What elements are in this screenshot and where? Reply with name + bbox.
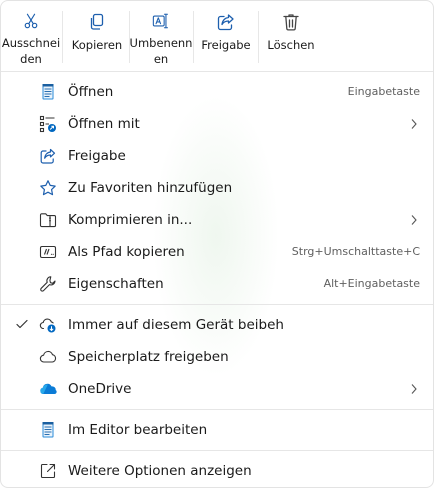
checkmark-icon <box>16 319 28 329</box>
chevron-right-icon <box>411 215 417 225</box>
cut-label-line2: den <box>20 52 42 66</box>
notepad-icon <box>42 84 54 100</box>
rename-icon <box>152 13 169 29</box>
scissors-icon <box>24 13 38 29</box>
context-menu: Ausschnei den Kopieren Umbenenn en Freig… <box>0 0 434 488</box>
cloud-icon <box>39 350 57 363</box>
menu-separator <box>1 304 433 305</box>
share-icon <box>217 14 234 31</box>
command-bar: Ausschnei den Kopieren Umbenenn en Freig… <box>1 1 433 72</box>
menu-item-edit-in-editor-label: Im Editor bearbeiten <box>68 422 208 438</box>
menu-item-free-space[interactable]: Speicherplatz freigeben <box>1 341 433 373</box>
copy-icon <box>90 13 104 30</box>
menu-item-copy-path[interactable]: Als Pfad kopieren Strg+Umschalttaste+C <box>1 236 433 268</box>
menu-item-keep-on-device[interactable]: Immer auf diesem Gerät beibeh <box>1 309 433 341</box>
menu-item-edit-in-editor[interactable]: Im Editor bearbeiten <box>1 414 433 446</box>
menu-item-copy-path-label: Als Pfad kopieren <box>68 244 185 260</box>
cut-label-line1: Ausschnei <box>1 36 61 50</box>
menu-item-more-options-label: Weitere Optionen anzeigen <box>68 463 252 479</box>
zip-folder-icon <box>39 213 57 228</box>
menu-item-onedrive-label: OneDrive <box>68 381 132 397</box>
menu-item-open-label: Öffnen <box>68 84 114 100</box>
menu-item-favorites-label: Zu Favoriten hinzufügen <box>68 180 233 196</box>
menu-item-favorites[interactable]: Zu Favoriten hinzufügen <box>1 172 433 204</box>
menu-item-compress-label: Komprimieren in... <box>68 212 193 228</box>
rename-label-line1: Umbenenn <box>129 36 193 50</box>
copy-button[interactable]: Kopieren <box>68 7 126 67</box>
menu-item-open-shortcut: Eingabetaste <box>347 85 420 98</box>
toolbar-divider <box>258 11 259 63</box>
expand-icon <box>40 463 56 479</box>
cut-button[interactable]: Ausschnei den <box>2 7 60 67</box>
cut-label: Ausschnei den <box>2 35 60 67</box>
delete-button[interactable]: Löschen <box>263 7 319 67</box>
menu-item-open-with[interactable]: Öffnen mit <box>1 108 433 140</box>
menu-item-share[interactable]: Freigabe <box>1 140 433 172</box>
rename-label: Umbenenn en <box>130 35 193 67</box>
menu-separator <box>1 450 433 451</box>
menu-item-free-space-label: Speicherplatz freigeben <box>68 349 229 365</box>
rename-button[interactable]: Umbenenn en <box>130 7 193 67</box>
menu-item-share-label: Freigabe <box>68 148 126 164</box>
wrench-icon <box>40 276 56 292</box>
rename-label-line2: en <box>153 52 169 66</box>
chevron-right-icon <box>411 119 417 129</box>
menu-item-onedrive[interactable]: OneDrive <box>1 373 433 405</box>
chevron-right-icon <box>411 384 417 394</box>
menu-item-more-options[interactable]: Weitere Optionen anzeigen <box>1 455 433 487</box>
onedrive-icon <box>40 383 57 395</box>
menu-item-properties-label: Eigenschaften <box>68 276 164 292</box>
menu-item-open[interactable]: Öffnen Eingabetaste <box>1 76 433 108</box>
menu-separator <box>1 409 433 410</box>
share-button[interactable]: Freigabe <box>196 7 256 67</box>
share-icon <box>40 148 56 164</box>
menu-item-compress[interactable]: Komprimieren in... <box>1 204 433 236</box>
trash-icon <box>283 14 299 31</box>
menu-item-keep-on-device-label: Immer auf diesem Gerät beibeh <box>68 317 284 333</box>
notepad-icon <box>42 422 54 438</box>
open-with-icon <box>39 115 56 133</box>
star-icon <box>40 180 56 196</box>
copy-label: Kopieren <box>71 38 123 52</box>
cloud-keep-icon <box>39 318 56 333</box>
menu-item-open-with-label: Öffnen mit <box>68 116 140 132</box>
menu-item-properties[interactable]: Eigenschaften Alt+Eingabetaste <box>1 268 433 300</box>
toolbar-divider <box>62 11 63 63</box>
share-label: Freigabe <box>201 38 251 52</box>
copy-path-icon <box>39 245 57 259</box>
toolbar-divider <box>193 11 194 63</box>
delete-label: Löschen <box>267 38 315 52</box>
menu-item-copy-path-shortcut: Strg+Umschalttaste+C <box>291 245 420 258</box>
menu-item-properties-shortcut: Alt+Eingabetaste <box>323 277 420 290</box>
